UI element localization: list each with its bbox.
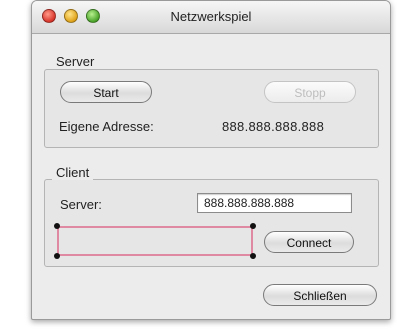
resize-handle-top-left[interactable] — [54, 223, 60, 229]
client-group-label: Client — [52, 165, 94, 180]
title-bar[interactable]: Netzwerkspiel — [32, 1, 390, 34]
connect-button[interactable]: Connect — [264, 231, 354, 253]
window-title: Netzwerkspiel — [170, 9, 252, 24]
own-address-value: 888.888.888.888 — [222, 119, 325, 134]
stop-button[interactable]: Stopp — [264, 81, 356, 103]
resize-handle-bottom-right[interactable] — [250, 253, 256, 259]
own-address-label: Eigene Adresse: — [59, 119, 154, 134]
server-address-field[interactable]: 888.888.888.888 — [197, 193, 352, 213]
window: Netzwerkspiel Server Start Stopp Eigene … — [31, 0, 391, 320]
close-dialog-button[interactable]: Schließen — [263, 284, 377, 306]
start-button[interactable]: Start — [60, 81, 152, 103]
resize-handle-top-right[interactable] — [250, 223, 256, 229]
custom-view-selection[interactable] — [57, 226, 253, 256]
server-field-label: Server: — [60, 197, 102, 212]
server-group-label: Server — [52, 54, 99, 69]
resize-handle-bottom-left[interactable] — [54, 253, 60, 259]
